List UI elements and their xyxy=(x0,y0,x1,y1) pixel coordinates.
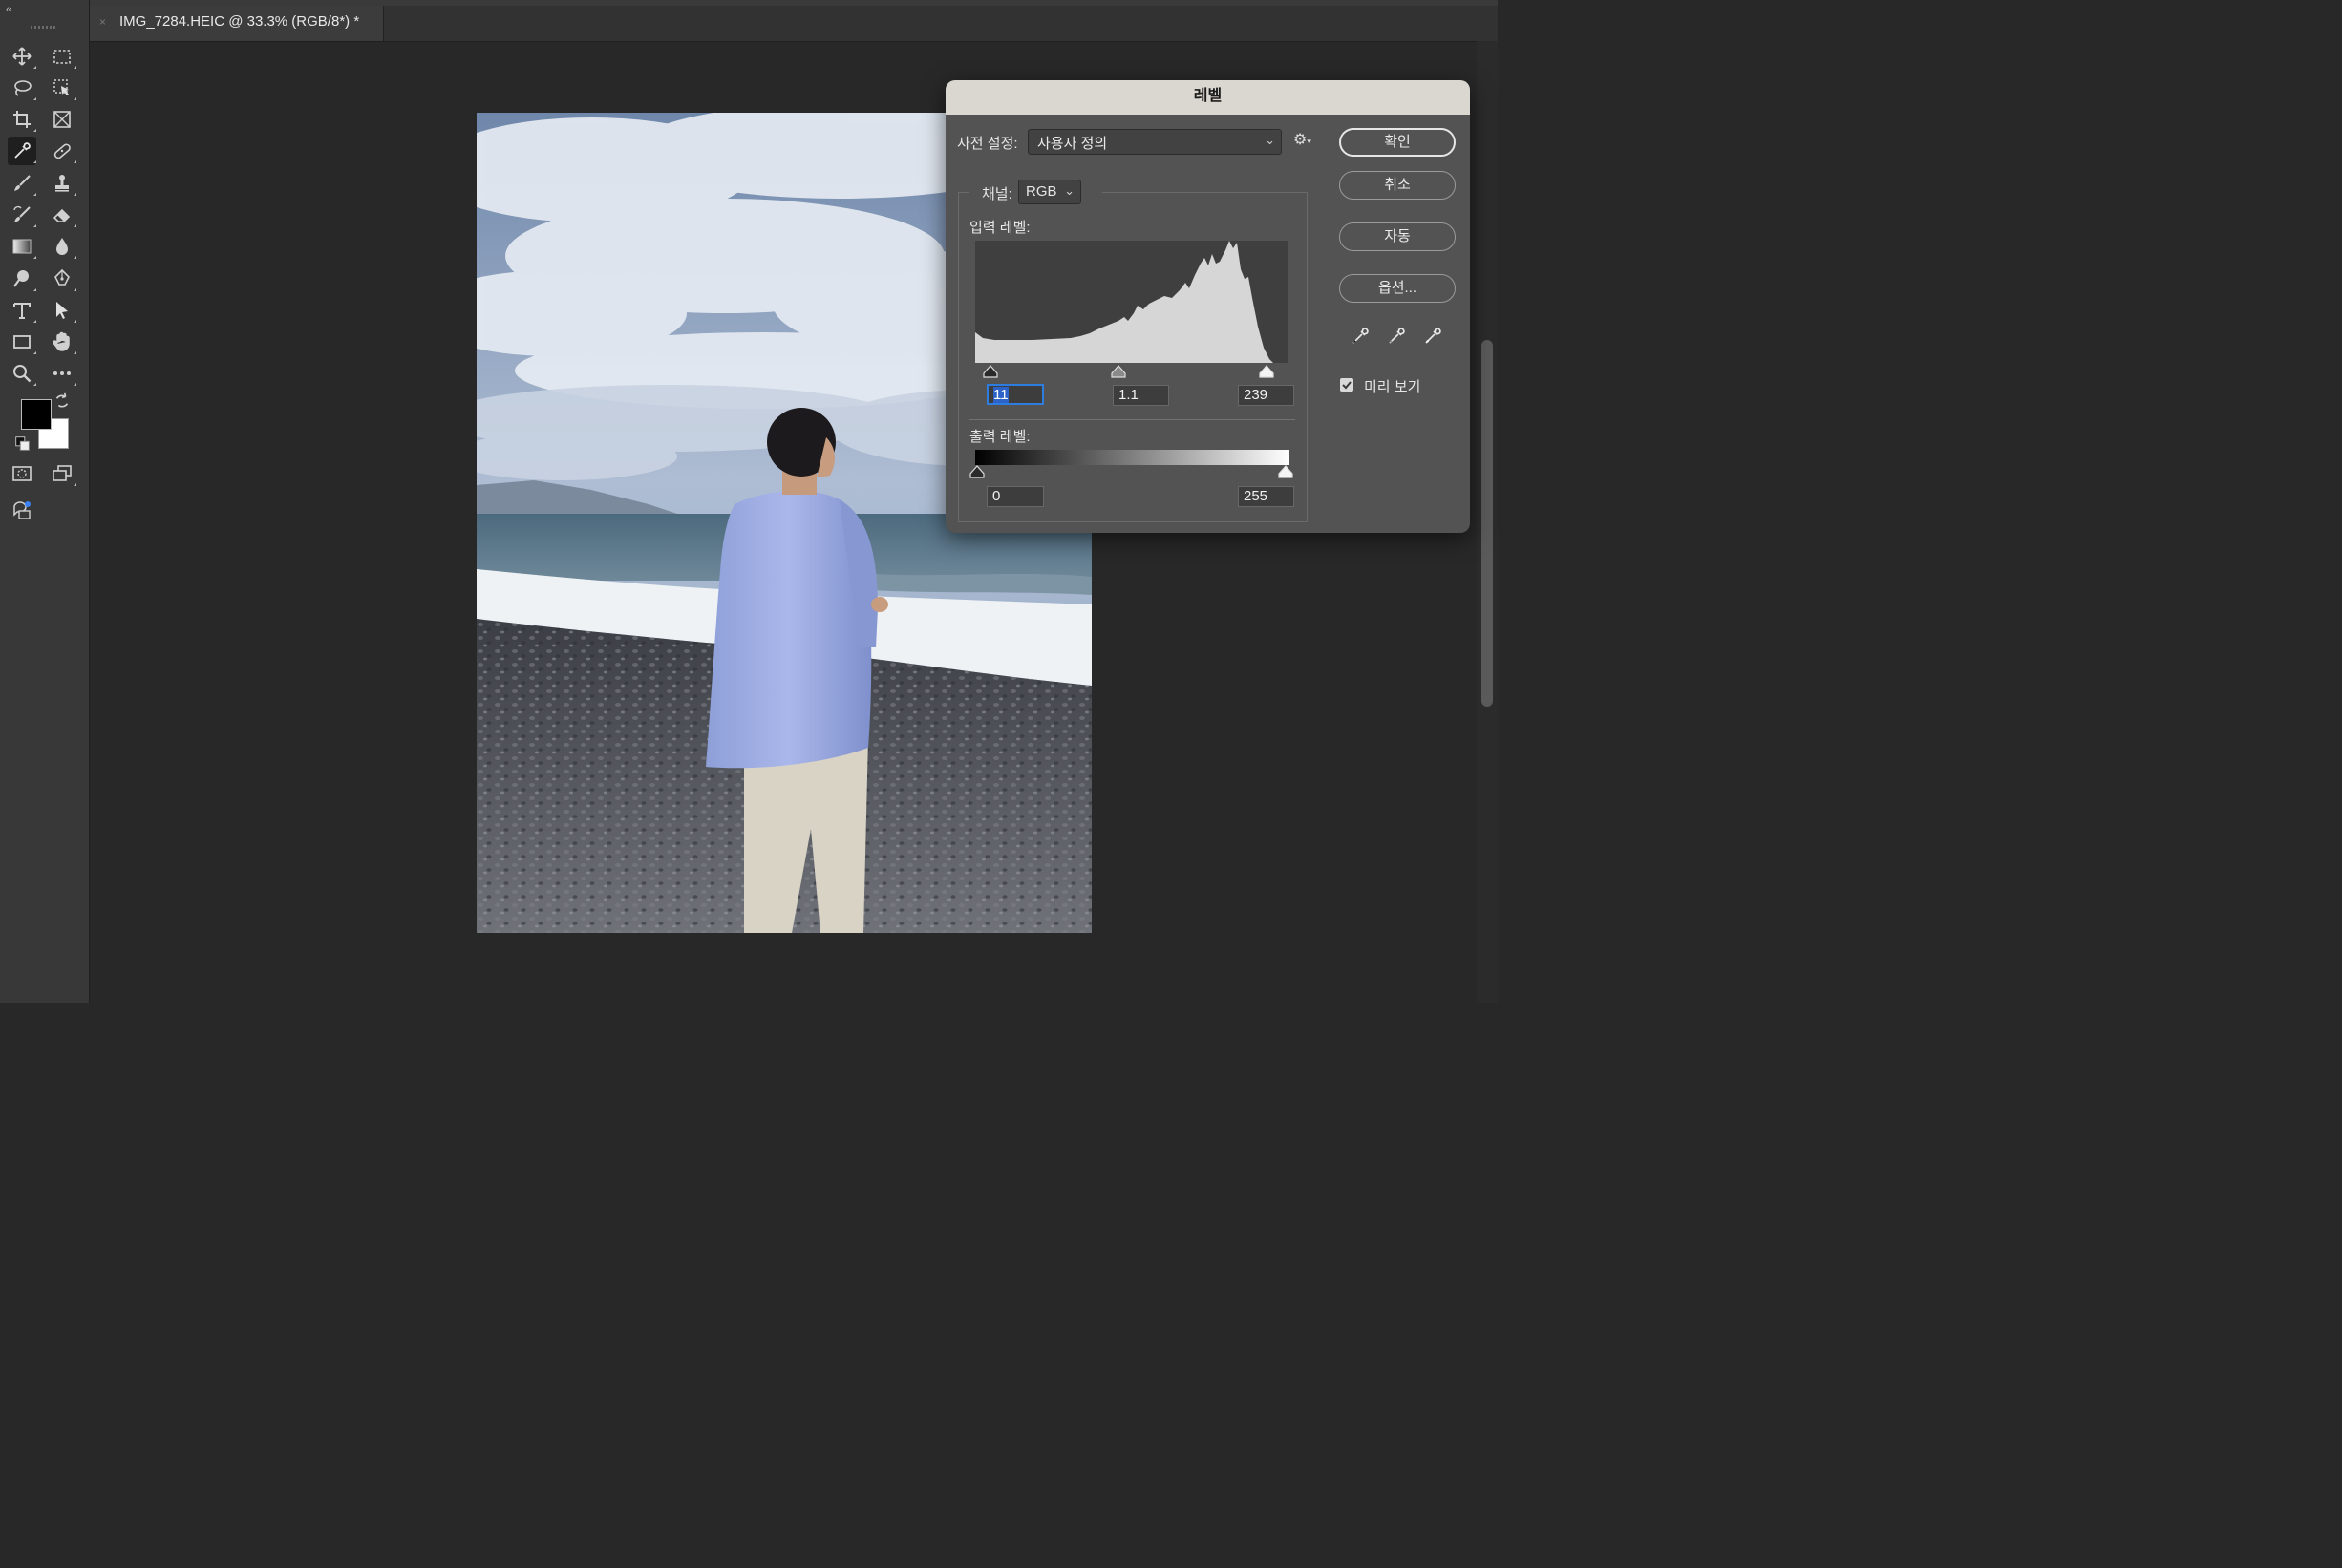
frame-icon[interactable] xyxy=(48,105,76,134)
channel-label: 채널: xyxy=(982,186,1012,202)
document-tab[interactable]: × IMG_7284.HEIC @ 33.3% (RGB/8*) * xyxy=(90,6,384,41)
input-levels-label: 입력 레벨: xyxy=(969,220,1031,236)
eraser-icon[interactable] xyxy=(48,201,76,229)
zoom-icon[interactable] xyxy=(8,359,36,388)
input-black-field[interactable]: 11 xyxy=(987,384,1044,405)
white-point-eyedropper-icon[interactable] xyxy=(1423,325,1444,346)
input-black-slider[interactable] xyxy=(983,365,998,378)
gradient-icon[interactable] xyxy=(8,232,36,261)
blur-icon[interactable] xyxy=(48,232,76,261)
channel-value: RGB xyxy=(1026,183,1057,200)
more-tools-icon[interactable] xyxy=(48,359,76,388)
dodge-icon[interactable] xyxy=(8,265,36,293)
preview-checkbox[interactable] xyxy=(1340,378,1353,392)
histogram xyxy=(975,241,1288,363)
generative-icon[interactable] xyxy=(8,496,36,524)
channel-dropdown[interactable]: RGB ⌄ xyxy=(1018,180,1081,204)
output-gradient-bar xyxy=(975,450,1289,465)
output-levels-label: 출력 레벨: xyxy=(969,429,1031,445)
cancel-button[interactable]: 취소 xyxy=(1339,171,1456,200)
document-tab-title: IMG_7284.HEIC @ 33.3% (RGB/8*) * xyxy=(119,13,360,30)
levels-dialog: 레벨 사전 설정: 사용자 정의 ⌄ ⚙▾ 채널: RGB ⌄ 입력 레벨: 1… xyxy=(946,80,1470,533)
options-button[interactable]: 옵션... xyxy=(1339,274,1456,303)
output-white-slider[interactable] xyxy=(1278,465,1293,478)
object-select-icon[interactable] xyxy=(48,74,76,102)
dialog-title[interactable]: 레벨 xyxy=(946,80,1470,115)
swap-colors-icon[interactable] xyxy=(53,392,72,411)
input-white-field[interactable]: 239 xyxy=(1238,385,1294,406)
output-white-field[interactable]: 255 xyxy=(1238,486,1294,507)
brush-icon[interactable] xyxy=(8,169,36,198)
hand-icon[interactable] xyxy=(48,328,76,356)
collapse-panel-button[interactable]: ‹‹ xyxy=(6,4,11,15)
black-point-eyedropper-icon[interactable] xyxy=(1351,325,1372,346)
clone-stamp-icon[interactable] xyxy=(48,169,76,198)
gear-icon[interactable]: ⚙▾ xyxy=(1293,130,1311,149)
input-gamma-slider[interactable] xyxy=(1111,365,1126,378)
default-colors-icon[interactable] xyxy=(13,434,32,454)
path-select-icon[interactable] xyxy=(48,296,76,325)
document-tab-bar: × IMG_7284.HEIC @ 33.3% (RGB/8*) * xyxy=(90,6,1498,42)
move-icon[interactable] xyxy=(8,42,36,71)
preset-label: 사전 설정: xyxy=(957,136,1018,152)
screen-mode-icon[interactable] xyxy=(48,459,76,488)
history-brush-icon[interactable] xyxy=(8,201,36,229)
panel-grip[interactable] xyxy=(31,26,55,29)
divider xyxy=(969,419,1295,420)
auto-button[interactable]: 자동 xyxy=(1339,222,1456,251)
tools-panel: ‹‹ xyxy=(0,0,90,1003)
preset-dropdown[interactable]: 사용자 정의 ⌄ xyxy=(1028,129,1282,155)
preview-label: 미리 보기 xyxy=(1364,379,1421,395)
lasso-icon[interactable] xyxy=(8,74,36,102)
output-black-slider[interactable] xyxy=(969,465,985,478)
ok-button[interactable]: 확인 xyxy=(1339,128,1456,157)
preset-value: 사용자 정의 xyxy=(1037,136,1108,152)
quick-mask-icon[interactable] xyxy=(8,459,36,488)
crop-icon[interactable] xyxy=(8,105,36,134)
chevron-down-icon: ⌄ xyxy=(1064,183,1075,198)
type-icon[interactable] xyxy=(8,296,36,325)
pen-icon[interactable] xyxy=(48,265,76,293)
gray-point-eyedropper-icon[interactable] xyxy=(1387,325,1408,346)
rectangle-icon[interactable] xyxy=(8,328,36,356)
input-gamma-field[interactable]: 1.1 xyxy=(1113,385,1169,406)
eyedropper-icon[interactable] xyxy=(8,137,36,165)
vertical-scrollbar-thumb[interactable] xyxy=(1481,340,1493,707)
foreground-color-swatch[interactable] xyxy=(21,399,52,430)
healing-brush-icon[interactable] xyxy=(48,137,76,165)
marquee-icon[interactable] xyxy=(48,42,76,71)
output-black-field[interactable]: 0 xyxy=(987,486,1044,507)
input-white-slider[interactable] xyxy=(1259,365,1274,378)
chevron-down-icon: ⌄ xyxy=(1265,133,1275,147)
close-tab-icon[interactable]: × xyxy=(99,15,106,29)
